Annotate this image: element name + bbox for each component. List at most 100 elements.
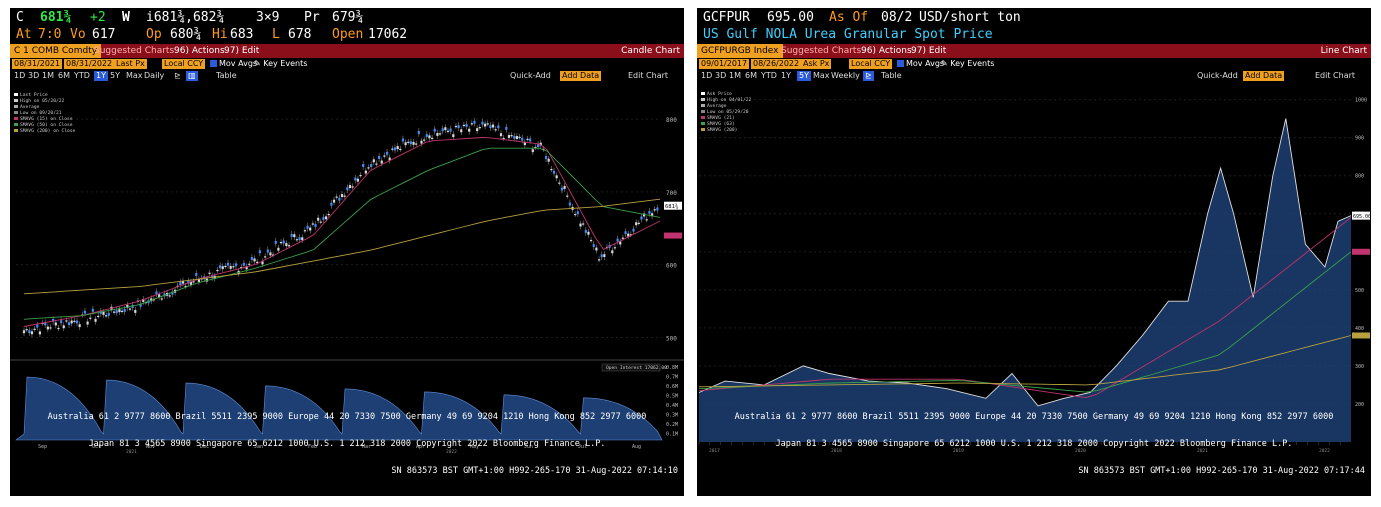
candle-body	[311, 223, 314, 225]
security-field[interactable]: GCFPURGB Index	[697, 44, 783, 58]
candle-body	[234, 263, 238, 267]
candle-body	[78, 324, 81, 328]
period-1m[interactable]: 1M	[42, 71, 54, 81]
candle-body	[367, 167, 370, 169]
candle-body	[552, 170, 556, 174]
candle-body	[319, 221, 322, 223]
edit-chart-button[interactable]: Edit Chart	[1315, 71, 1355, 81]
candle-body	[216, 269, 219, 272]
trend-icon: W	[122, 10, 130, 25]
date-to[interactable]: 08/31/2022	[64, 59, 115, 69]
candle-body	[454, 125, 458, 128]
field-select[interactable]: Last Px	[114, 59, 147, 69]
candle-body	[399, 148, 402, 151]
mov-avgs-toggle[interactable]: Mov Avgs	[210, 59, 257, 69]
candle-body	[285, 243, 288, 247]
legend-swatch	[14, 117, 18, 120]
ma-tag-box	[1352, 332, 1370, 339]
period-1d[interactable]: 1D	[701, 71, 712, 81]
key-events-toggle[interactable]: ✎ Key Events	[941, 59, 994, 69]
currency-select[interactable]: Local CCY	[849, 59, 893, 69]
period-5y[interactable]: 5Y	[797, 71, 811, 81]
add-data-input[interactable]: Add Data	[1243, 71, 1285, 81]
unit-label: USD/short ton	[919, 10, 1021, 25]
candle-style-icon[interactable]: ▥	[186, 71, 198, 81]
footer-line-1: Australia 61 2 9777 8600 Brazil 5511 239…	[47, 412, 647, 422]
quick-add-button[interactable]: Quick-Add	[510, 71, 551, 81]
candle-body	[404, 142, 407, 146]
candle-body	[555, 175, 558, 179]
actions-menu[interactable]: 96) Actions	[861, 44, 912, 58]
date-to[interactable]: 08/26/2022	[751, 59, 802, 69]
edit-chart-button[interactable]: Edit Chart	[628, 71, 668, 81]
line-style-icon[interactable]: ⊵	[174, 71, 181, 81]
period-max[interactable]: Max	[126, 71, 143, 81]
candle-body	[595, 247, 598, 251]
y-tick-label: 800	[666, 117, 677, 124]
edit-menu[interactable]: 97) Edit	[224, 44, 259, 58]
candle-body	[499, 133, 503, 137]
candle-body	[73, 320, 76, 322]
candle-body	[378, 155, 381, 159]
table-button[interactable]: Table	[216, 71, 237, 81]
period-3d[interactable]: 3D	[715, 71, 726, 81]
frequency-select[interactable]: Daily	[144, 71, 164, 81]
period-5y[interactable]: 5Y	[110, 71, 120, 81]
actions-menu[interactable]: 96) Actions	[174, 44, 225, 58]
add-data-input[interactable]: Add Data	[560, 71, 602, 81]
legend-item: High on 04/01/22	[707, 97, 751, 103]
candle-body	[518, 136, 521, 138]
candle-body	[134, 309, 137, 313]
footer: Australia 61 2 9777 8600 Brazil 5511 239…	[10, 395, 684, 494]
volume-value: 617	[92, 27, 116, 42]
key-events-toggle[interactable]: ✎ Key Events	[254, 59, 307, 69]
candle-body	[603, 254, 606, 258]
legend-item: SMAVG (63)	[707, 121, 735, 127]
period-1d[interactable]: 1D	[14, 71, 25, 81]
candle-body	[563, 186, 566, 189]
legend-item: Low on 05/29/20	[707, 109, 749, 115]
candle-body	[616, 238, 619, 242]
candle-body	[36, 324, 39, 328]
suggested-charts[interactable]: Suggested Charts	[94, 44, 174, 58]
frequency-select[interactable]: Weekly	[831, 71, 860, 81]
candle-body	[489, 125, 492, 129]
candle-body	[298, 237, 301, 241]
period-6m[interactable]: 6M	[745, 71, 757, 81]
price-change: +2	[90, 10, 106, 25]
candle-body	[409, 141, 412, 145]
period-1y[interactable]: 1Y	[94, 71, 108, 81]
candle-body	[362, 164, 365, 167]
date-from[interactable]: 08/31/2021	[12, 59, 63, 69]
period-max[interactable]: Max	[813, 71, 830, 81]
table-button[interactable]: Table	[881, 71, 902, 81]
candle-body	[269, 252, 272, 256]
period-ytd[interactable]: YTD	[761, 71, 777, 81]
suggested-charts[interactable]: Suggested Charts	[781, 44, 861, 58]
period-3d[interactable]: 3D	[28, 71, 39, 81]
quote-line-1: C 681¾ +2 W i681¾,682¾ 3×9 Pr 679¾	[10, 10, 684, 27]
candle-body	[513, 135, 516, 139]
line-style-icon[interactable]: ⊵	[863, 71, 874, 81]
mov-avgs-toggle[interactable]: Mov Avgs	[897, 59, 944, 69]
pencil-icon: ✎	[941, 59, 951, 68]
legend-swatch	[14, 111, 18, 114]
security-field[interactable]: C 1 COMB Comdty	[10, 44, 102, 58]
price-tag: 695.00	[1353, 214, 1371, 220]
quick-add-button[interactable]: Quick-Add	[1197, 71, 1238, 81]
candle-body	[423, 139, 426, 141]
period-6m[interactable]: 6M	[58, 71, 70, 81]
candle-body	[94, 318, 97, 322]
field-select[interactable]: Ask Px	[801, 59, 832, 69]
period-ytd[interactable]: YTD	[74, 71, 90, 81]
legend-swatch	[14, 129, 18, 132]
candle-body	[115, 310, 118, 314]
date-from[interactable]: 09/01/2017	[699, 59, 750, 69]
edit-menu[interactable]: 97) Edit	[911, 44, 946, 58]
candle-body	[128, 308, 132, 310]
candle-body	[60, 320, 63, 324]
period-1y[interactable]: 1Y	[781, 71, 791, 81]
candle-body	[256, 261, 259, 263]
period-1m[interactable]: 1M	[729, 71, 741, 81]
currency-select[interactable]: Local CCY	[162, 59, 206, 69]
